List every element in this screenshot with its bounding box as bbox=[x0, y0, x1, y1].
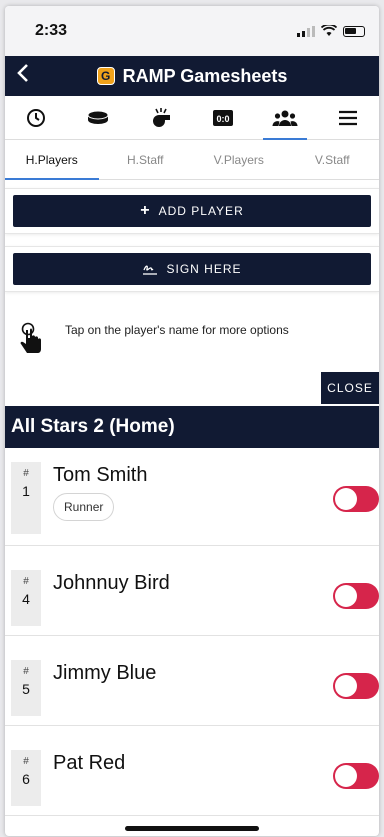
player-toggle[interactable] bbox=[333, 763, 379, 789]
tap-hand-icon bbox=[20, 322, 41, 353]
jersey-number: 4 bbox=[22, 591, 30, 607]
tab-home-players[interactable]: H.Players bbox=[5, 140, 99, 180]
number-prefix: # bbox=[23, 666, 29, 677]
roster-tabs: H.Players H.Staff V.Players V.Staff bbox=[5, 140, 379, 180]
add-player-button[interactable]: + ADD PLAYER bbox=[13, 195, 371, 227]
toggle-knob bbox=[335, 585, 357, 607]
player-name[interactable]: Johnnuy Bird bbox=[53, 572, 170, 595]
player-toggle[interactable] bbox=[333, 583, 379, 609]
close-row: CLOSE bbox=[5, 372, 379, 404]
wifi-icon bbox=[321, 25, 337, 36]
add-player-card: + ADD PLAYER bbox=[5, 188, 379, 234]
sign-here-button[interactable]: SIGN HERE bbox=[13, 253, 371, 285]
plus-icon: + bbox=[140, 202, 151, 219]
jersey-number: 1 bbox=[22, 483, 30, 499]
status-bar: 2:33 bbox=[5, 6, 379, 56]
signal-icon bbox=[297, 25, 315, 37]
battery-icon bbox=[343, 25, 365, 37]
toggle-knob bbox=[335, 675, 357, 697]
add-player-label: ADD PLAYER bbox=[158, 204, 244, 218]
sign-card: SIGN HERE bbox=[5, 246, 379, 292]
jersey-number-box: # 6 bbox=[11, 750, 41, 806]
back-button[interactable] bbox=[11, 61, 35, 89]
number-prefix: # bbox=[23, 468, 29, 479]
player-name[interactable]: Jimmy Blue bbox=[53, 662, 156, 685]
signature-icon bbox=[143, 265, 158, 275]
player-toggle[interactable] bbox=[333, 673, 379, 699]
app-logo: G bbox=[96, 67, 115, 85]
tab-clock[interactable] bbox=[8, 96, 64, 140]
toggle-knob bbox=[335, 488, 357, 510]
player-toggle[interactable] bbox=[333, 486, 379, 512]
jersey-number: 6 bbox=[22, 771, 30, 787]
player-row[interactable]: # 4 Johnnuy Bird bbox=[5, 546, 379, 636]
whistle-icon bbox=[152, 107, 170, 127]
player-name[interactable]: Tom Smith bbox=[53, 464, 147, 487]
status-icons bbox=[297, 25, 365, 37]
toggle-knob bbox=[335, 765, 357, 787]
scoreboard-icon: 0:0 bbox=[213, 109, 234, 126]
page-title: RAMP Gamesheets bbox=[122, 65, 288, 86]
jersey-number: 5 bbox=[22, 681, 30, 697]
home-indicator bbox=[125, 826, 259, 831]
player-name[interactable]: Pat Red bbox=[53, 752, 125, 775]
role-badge: Runner bbox=[53, 493, 115, 521]
tab-puck[interactable] bbox=[70, 96, 126, 140]
close-button[interactable]: CLOSE bbox=[321, 372, 379, 404]
hint-text: Tap on the player's name for more option… bbox=[65, 323, 289, 337]
chevron-left-icon bbox=[17, 64, 28, 82]
number-prefix: # bbox=[23, 576, 29, 587]
player-row[interactable]: # 6 Pat Red bbox=[5, 726, 379, 816]
sign-here-label: SIGN HERE bbox=[166, 262, 242, 276]
tab-visitor-staff[interactable]: V.Staff bbox=[286, 140, 380, 179]
app-header: G RAMP Gamesheets bbox=[5, 56, 379, 96]
app-screen: 2:33 G RAMP Gamesheets 0:0 H.Players H.S… bbox=[5, 6, 379, 836]
puck-icon bbox=[87, 110, 109, 124]
tab-roster[interactable] bbox=[257, 96, 313, 140]
section-icon-bar: 0:0 bbox=[5, 96, 379, 140]
team-icon bbox=[272, 110, 298, 126]
tab-menu[interactable] bbox=[320, 96, 376, 140]
jersey-number-box: # 1 bbox=[11, 462, 41, 534]
team-header: All Stars 2 (Home) bbox=[5, 406, 379, 448]
tab-score[interactable]: 0:0 bbox=[195, 96, 251, 140]
hint-row: Tap on the player's name for more option… bbox=[5, 310, 379, 368]
menu-icon bbox=[338, 110, 357, 125]
tab-home-staff[interactable]: H.Staff bbox=[99, 140, 193, 179]
player-row[interactable]: # 1 Tom Smith Runner bbox=[5, 448, 379, 546]
tab-penalties[interactable] bbox=[133, 96, 189, 140]
clock-time: 2:33 bbox=[35, 22, 68, 39]
clock-icon bbox=[27, 108, 46, 127]
jersey-number-box: # 5 bbox=[11, 660, 41, 716]
jersey-number-box: # 4 bbox=[11, 570, 41, 626]
scoreboard-text: 0:0 bbox=[217, 114, 230, 124]
number-prefix: # bbox=[23, 756, 29, 767]
tab-visitor-players[interactable]: V.Players bbox=[192, 140, 286, 179]
player-row[interactable]: # 5 Jimmy Blue bbox=[5, 636, 379, 726]
